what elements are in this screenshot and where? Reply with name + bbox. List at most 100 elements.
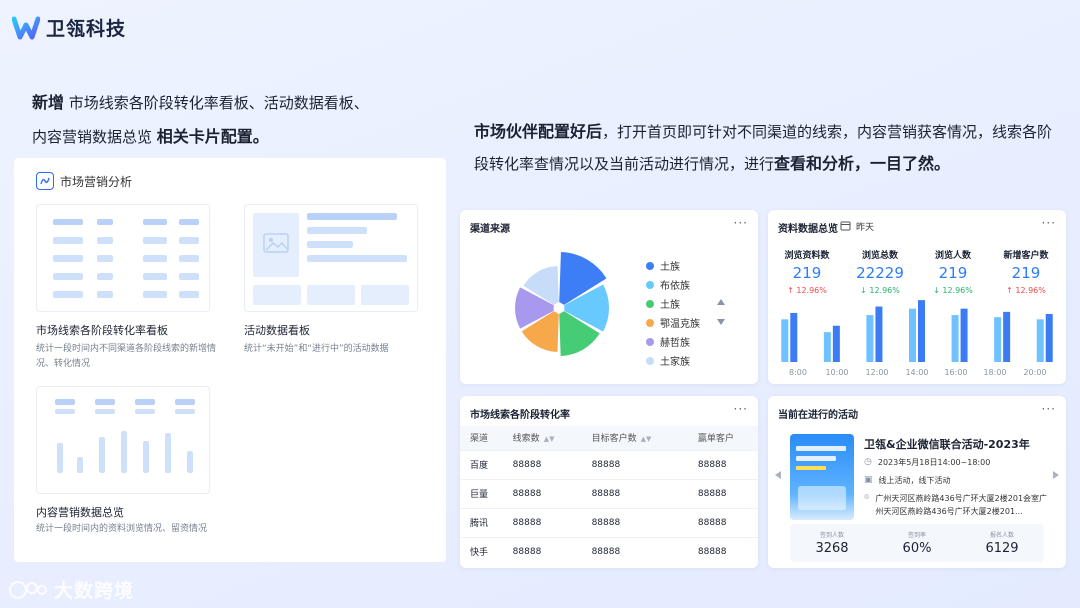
stat-label: 浏览人数 (934, 251, 971, 261)
bar[interactable] (960, 308, 968, 362)
right-headline: 市场伙伴配置好后，打开首页即可针对不同渠道的线索，内容营销获客情况，线索各阶段转… (474, 116, 1064, 180)
more-icon[interactable]: ··· (734, 216, 748, 230)
stat-delta: ↓ 12.96% (860, 286, 900, 295)
table-cell: 88888 (581, 478, 688, 508)
bar[interactable] (909, 308, 916, 362)
event-time: ◷ 2023年5月18日14:00~18:00 (864, 457, 991, 467)
content-overview-card: 资料数据总览 昨天 ··· 浏览资料数 219 ↑ 12.96% 浏览总数 22… (768, 210, 1066, 384)
funnel-card-title: 市场线索各阶段转化率 (470, 410, 570, 421)
overview-bar-chart (781, 300, 1053, 362)
legend-item-4[interactable]: 赫哲族 (646, 334, 690, 349)
more-icon[interactable]: ··· (734, 402, 748, 416)
brand-logo-icon (12, 16, 40, 39)
left-headline-text1: 市场线索各阶段转化率看板、活动数据看板、 (64, 94, 369, 112)
hour-label: 10:00 (825, 368, 849, 377)
legend-item-1[interactable]: 布依族 (646, 277, 690, 292)
card-desc-content: 统计一段时间内的资料浏览情况、留资情况 (36, 524, 208, 534)
brand-logo: 卫瓴科技 (12, 14, 126, 41)
date-filter[interactable]: 昨天 (856, 220, 874, 233)
column-header[interactable]: 目标客户数 ▲▼ (581, 426, 688, 450)
bar[interactable] (866, 315, 874, 362)
hour-label: 18:00 (983, 368, 1007, 377)
content-overview-thumbnail[interactable] (36, 386, 210, 494)
table-cell: 88888 (502, 478, 582, 508)
event-stat-value: 6129 (985, 541, 1019, 556)
event-stat-label: 报名人数 (989, 532, 1014, 539)
card-name-content: 内容营销数据总览 (36, 506, 124, 519)
bar[interactable] (832, 325, 840, 362)
hour-label: 20:00 (1023, 368, 1047, 377)
legend-dot (646, 318, 654, 327)
more-icon[interactable]: ··· (1042, 402, 1056, 416)
prev-arrow-icon[interactable] (774, 470, 782, 480)
table-cell: 88888 (502, 449, 582, 479)
column-header[interactable]: 赢单客户 (687, 426, 758, 450)
next-arrow-icon[interactable] (1052, 470, 1060, 480)
panel-title: 市场营销分析 (60, 174, 133, 189)
legend-item-0[interactable]: 土族 (646, 258, 680, 273)
bar[interactable] (781, 319, 789, 362)
event-mode: ▣ 线上活动，线下活动 (864, 475, 951, 485)
funnel-board-thumbnail[interactable] (36, 204, 210, 312)
hour-label: 14:00 (905, 368, 929, 377)
watermark: 大数跨境 (8, 576, 134, 603)
table-cell: 88888 (687, 478, 758, 508)
stat-delta: ↑ 12.96% (1006, 286, 1046, 295)
table-row[interactable]: 腾讯 88888 88888 88888 (460, 507, 758, 537)
left-headline: 新增 市场线索各阶段转化率看板、活动数据看板、 内容营销数据总览 相关卡片配置。 (32, 86, 432, 154)
event-stats: 签到人数 3268 签到率 60% 报名人数 6129 (790, 524, 1044, 562)
sort-icon[interactable]: ▲▼ (544, 435, 555, 443)
bar[interactable] (823, 332, 831, 362)
event-stat-value: 60% (902, 541, 932, 556)
table-cell: 88888 (687, 449, 758, 479)
channel-card-title: 渠道来源 (470, 224, 510, 235)
event-stat-label: 签到人数 (819, 532, 844, 539)
legend-dot (646, 337, 654, 346)
bar[interactable] (1045, 314, 1053, 362)
marketing-analysis-panel: 市场营销分析 市场线索各阶段转化率看板 统计一段时间内不同渠道各阶段线索的新增情… (14, 158, 446, 562)
current-event-card: 当前在进行的活动 ··· 卫瓴&企业微信联合活动-2023年 ◷ 2023年5月1… (768, 396, 1066, 568)
clock-icon: ◷ (864, 457, 872, 467)
pie-slices (515, 252, 609, 356)
column-header[interactable]: 渠道 (460, 426, 503, 450)
stat-label: 新增客户数 (1003, 251, 1049, 261)
right-headline-bold2: 查看和分析，一目了然。 (774, 154, 951, 173)
legend-item-2[interactable]: 土族 (646, 296, 680, 311)
table-header-row: 渠道 线索数 ▲▼ 目标客户数 ▲▼ 赢单客户 (460, 426, 758, 450)
sort-icon[interactable]: ▲▼ (641, 435, 652, 443)
card-name-funnel: 市场线索各阶段转化率看板 (36, 324, 168, 337)
table-cell: 88888 (502, 507, 582, 537)
stat-value: 219 (792, 264, 822, 282)
calendar-icon[interactable] (840, 220, 851, 231)
table-row[interactable]: 快手 88888 88888 88888 (460, 536, 758, 566)
legend-dot (646, 299, 654, 308)
bar[interactable] (918, 300, 925, 362)
table-cell: 百度 (460, 449, 503, 479)
stat-delta: ↓ 12.96% (933, 286, 973, 295)
channel-pie-chart (515, 252, 609, 356)
legend-up-arrow-icon[interactable] (716, 298, 726, 306)
stat-value: 22229 (856, 264, 904, 282)
event-address: ⌾ 广州天河区燕岭路436号广环大厦2楼201会室广州天河区燕岭路436号广环大厦… (864, 493, 1048, 516)
bar[interactable] (1003, 311, 1011, 362)
more-icon[interactable]: ··· (1042, 216, 1056, 230)
left-headline-text2: 内容营销数据总览 (32, 128, 157, 146)
table-row[interactable]: 百度 88888 88888 88888 (460, 449, 758, 479)
card-desc-activity: 统计“未开始”和“进行中”的活动数据 (244, 344, 389, 354)
table-cell: 巨量 (460, 478, 503, 508)
event-poster[interactable] (790, 434, 854, 520)
legend-down-arrow-icon[interactable] (716, 318, 726, 326)
table-cell: 88888 (581, 536, 688, 566)
watermark-text: 大数跨境 (54, 580, 135, 602)
table-row[interactable]: 巨量 88888 88888 88888 (460, 478, 758, 508)
legend-item-5[interactable]: 土家族 (646, 353, 690, 368)
bar[interactable] (875, 306, 883, 362)
activity-board-thumbnail[interactable] (244, 204, 418, 312)
bar[interactable] (951, 315, 959, 362)
bar[interactable] (790, 312, 798, 362)
event-title[interactable]: 卫瓴&企业微信联合活动-2023年 (864, 436, 1030, 452)
bar[interactable] (1036, 319, 1044, 362)
legend-item-3[interactable]: 鄂温克族 (646, 315, 700, 330)
column-header[interactable]: 线索数 ▲▼ (502, 426, 582, 450)
bar[interactable] (994, 317, 1002, 362)
